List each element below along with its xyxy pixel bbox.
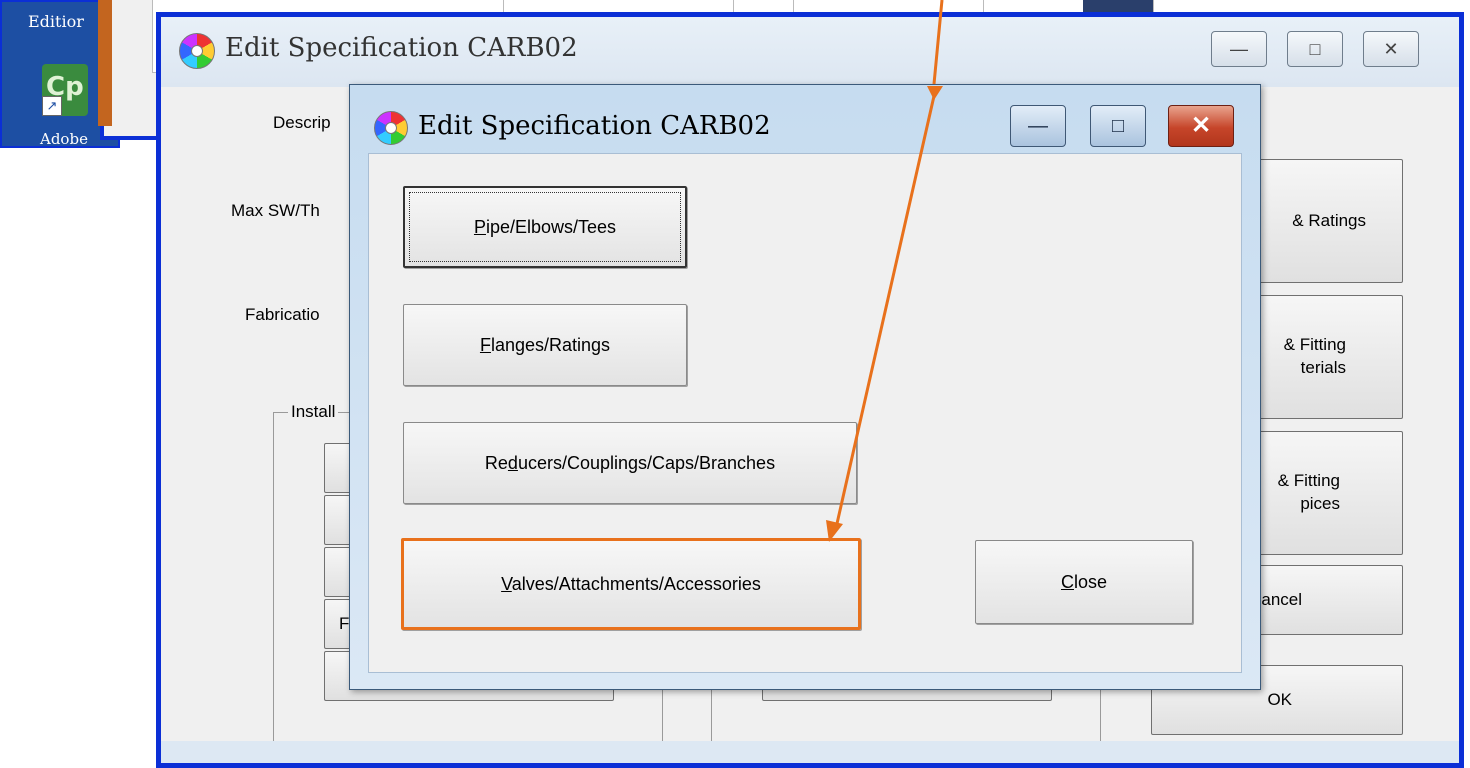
ok-label: OK xyxy=(1267,689,1292,709)
shortcut-arrow-icon: ↗ xyxy=(42,96,62,116)
maximize-icon: □ xyxy=(1111,115,1125,137)
close-icon: ✕ xyxy=(1383,39,1399,59)
focus-rectangle xyxy=(409,192,681,262)
fitting-materials-label-2: terials xyxy=(1300,358,1346,377)
flanges-ratings-button[interactable]: Flanges/Ratings xyxy=(403,304,687,386)
reducers-couplings-label: Reducers/Couplings/Caps/Branches xyxy=(485,453,775,474)
outer-titlebar: Edit Specification CARB02 — □ ✕ xyxy=(161,17,1459,87)
outer-maximize-button[interactable]: □ xyxy=(1287,31,1343,67)
install-group-label: Install xyxy=(288,402,339,422)
mnemonic-v: V xyxy=(501,573,512,594)
modal-title: Edit Specification CARB02 xyxy=(418,111,771,141)
mnemonic-c: C xyxy=(1060,571,1074,592)
mnemonic-f: F xyxy=(479,334,491,355)
sizes-ratings-label: & Ratings xyxy=(1292,210,1366,230)
desktop-icon-label: Adobe xyxy=(40,130,88,148)
fitting-choices-label-1: & Fitting xyxy=(1277,471,1340,491)
disc-app-icon xyxy=(179,33,215,69)
close-button[interactable]: Close xyxy=(975,540,1193,624)
close-icon: ✕ xyxy=(1190,112,1212,139)
minimize-icon: — xyxy=(1230,39,1248,59)
fitting-materials-label-1: & Fitting xyxy=(1283,335,1346,355)
reducers-label-start: Re xyxy=(484,452,508,473)
modal-client-area: Pipe/Elbows/Tees Flanges/Ratings Reducer… xyxy=(368,153,1242,673)
pipe-elbows-tees-button[interactable]: Pipe/Elbows/Tees xyxy=(403,186,687,268)
valves-label-rest: alves/Attachments/Accessories xyxy=(511,573,761,594)
reducers-label-rest: ucers/Couplings/Caps/Branches xyxy=(517,452,776,473)
description-label: Descrip xyxy=(273,113,331,132)
modal-maximize-button[interactable]: □ xyxy=(1090,105,1146,147)
flanges-label-rest: langes/Ratings xyxy=(490,334,611,355)
modal-minimize-button[interactable]: — xyxy=(1010,105,1066,147)
valves-attachments-button[interactable]: Valves/Attachments/Accessories xyxy=(401,538,861,630)
outer-close-button[interactable]: ✕ xyxy=(1363,31,1419,67)
maximize-icon: □ xyxy=(1309,39,1321,59)
install-option-label: F xyxy=(339,613,350,633)
adobe-app-icon[interactable]: Cp ↗ xyxy=(42,64,88,116)
close-label-rest: lose xyxy=(1073,571,1108,592)
fitting-choices-label-2: pices xyxy=(1300,494,1340,513)
disc-app-icon xyxy=(374,111,408,145)
cancel-label: ancel xyxy=(1261,589,1302,609)
outer-window-bottom-strip xyxy=(161,741,1459,763)
background-window-sidebar xyxy=(98,0,112,126)
minimize-icon: — xyxy=(1028,115,1048,137)
modal-close-button[interactable]: ✕ xyxy=(1168,105,1234,147)
flanges-ratings-label: Flanges/Ratings xyxy=(480,335,610,356)
edit-specification-modal: Edit Specification CARB02 — □ ✕ Pipe/Elb… xyxy=(349,84,1261,690)
desktop-edition-text: Editior xyxy=(28,12,84,31)
outer-minimize-button[interactable]: — xyxy=(1211,31,1267,67)
mnemonic-d: d xyxy=(507,452,518,473)
max-sw-label: Max SW/Th xyxy=(231,201,320,220)
close-label: Close xyxy=(1061,572,1107,593)
outer-window-title: Edit Specification CARB02 xyxy=(225,33,578,63)
fabrication-label: Fabricatio xyxy=(245,305,320,324)
valves-attachments-label: Valves/Attachments/Accessories xyxy=(501,574,761,595)
reducers-couplings-button[interactable]: Reducers/Couplings/Caps/Branches xyxy=(403,422,857,504)
